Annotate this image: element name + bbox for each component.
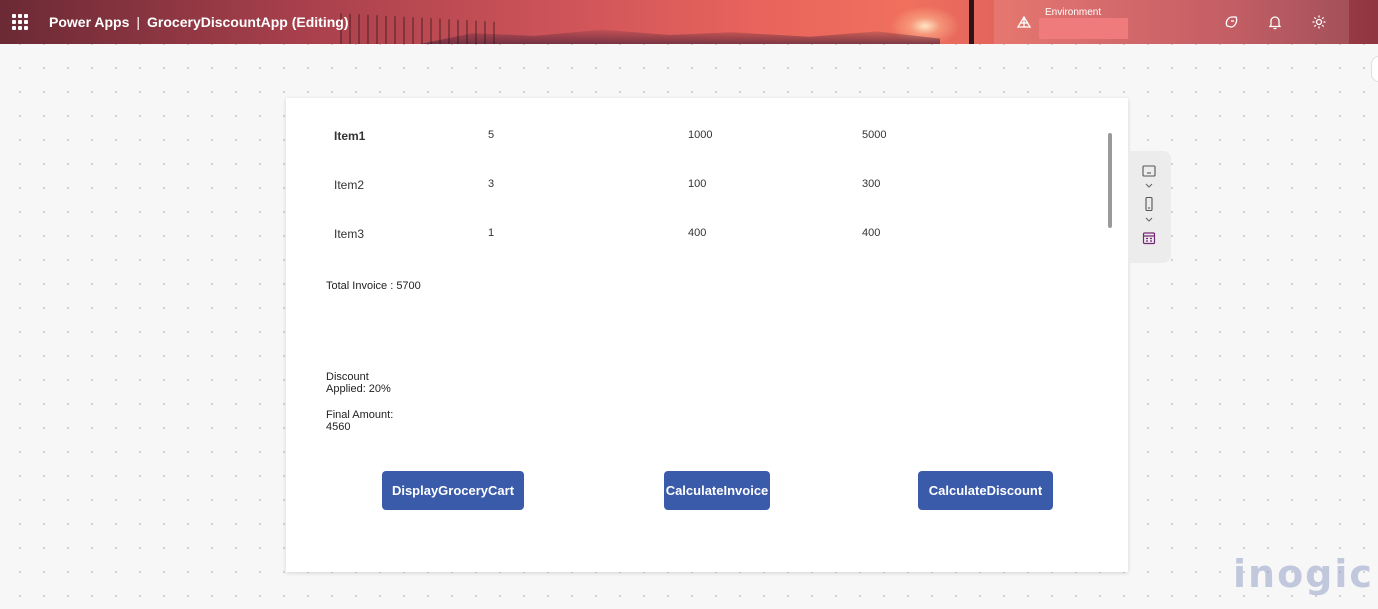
environment-label: Environment <box>1045 7 1102 18</box>
app-title: Power Apps | GroceryDiscountApp (Editing) <box>49 14 348 30</box>
calculate-discount-button[interactable]: CalculateDiscount <box>918 471 1053 510</box>
device-toolbar <box>1128 151 1171 263</box>
watermark-logo: inogic <box>1233 552 1374 596</box>
gear-icon[interactable] <box>1310 13 1328 31</box>
app-canvas: Item1 5 1000 5000 Item2 3 100 300 Item3 … <box>286 98 1128 572</box>
total-invoice-label: Total Invoice : 5700 <box>326 280 421 292</box>
discount-applied-label: Discount Applied: 20% <box>326 371 426 395</box>
document-title: GroceryDiscountApp (Editing) <box>147 14 349 30</box>
final-amount-label: Final Amount: 4560 <box>326 409 426 433</box>
discount-label-line1: Discount <box>326 371 369 383</box>
item-total: 400 <box>862 227 881 239</box>
item-total: 300 <box>862 178 881 190</box>
final-amount-line1: Final Amount: <box>326 409 394 421</box>
final-amount-line2: 4560 <box>326 421 351 433</box>
tablet-icon[interactable] <box>1141 163 1157 179</box>
environment-selector[interactable] <box>1039 18 1128 39</box>
header-banner-pole <box>969 0 974 44</box>
item-name: Item3 <box>334 227 365 241</box>
environment-icon[interactable] <box>1015 13 1033 31</box>
chevron-down-icon[interactable] <box>1141 178 1157 194</box>
calculate-invoice-button[interactable]: CalculateInvoice <box>664 471 770 510</box>
product-name: Power Apps <box>49 14 130 30</box>
item-name: Item1 <box>334 129 366 143</box>
table-row: Item3 1 400 400 <box>286 227 1086 247</box>
item-quantity: 3 <box>488 178 495 190</box>
display-grocery-cart-button[interactable]: DisplayGroceryCart <box>382 471 524 510</box>
discount-label-line2: Applied: 20% <box>326 383 391 395</box>
copilot-icon[interactable] <box>1223 13 1241 31</box>
panel-expand-handle[interactable] <box>1371 56 1378 82</box>
calendar-icon[interactable] <box>1141 230 1157 246</box>
item-price: 1000 <box>688 129 713 141</box>
item-quantity: 1 <box>488 227 495 239</box>
app-launcher-icon[interactable] <box>12 14 28 30</box>
title-separator: | <box>136 14 141 30</box>
gallery-scrollbar[interactable] <box>1108 133 1112 228</box>
bell-icon[interactable] <box>1266 13 1284 31</box>
item-name: Item2 <box>334 178 365 192</box>
app-header: Power Apps | GroceryDiscountApp (Editing) … <box>0 0 1378 44</box>
item-price: 400 <box>688 227 707 239</box>
item-total: 5000 <box>862 129 887 141</box>
table-row: Item1 5 1000 5000 <box>286 129 1086 149</box>
header-banner-palms <box>340 13 500 44</box>
chevron-down-icon[interactable] <box>1141 212 1157 228</box>
phone-icon[interactable] <box>1141 196 1157 212</box>
item-price: 100 <box>688 178 707 190</box>
table-row: Item2 3 100 300 <box>286 178 1086 198</box>
item-quantity: 5 <box>488 129 495 141</box>
